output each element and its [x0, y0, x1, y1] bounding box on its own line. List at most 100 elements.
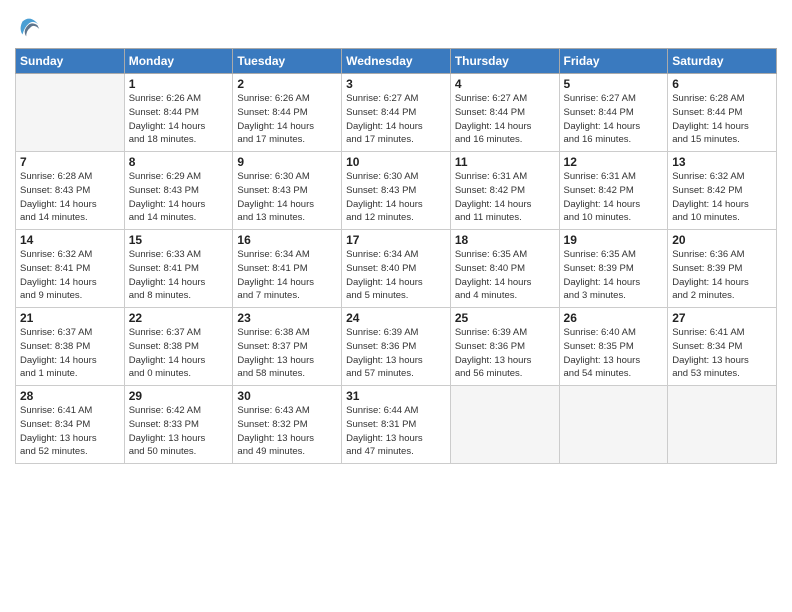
page: SundayMondayTuesdayWednesdayThursdayFrid…	[0, 0, 792, 612]
day-info: Sunrise: 6:37 AM Sunset: 8:38 PM Dayligh…	[129, 326, 229, 381]
calendar-cell: 14Sunrise: 6:32 AM Sunset: 8:41 PM Dayli…	[16, 230, 125, 308]
calendar-cell: 25Sunrise: 6:39 AM Sunset: 8:36 PM Dayli…	[450, 308, 559, 386]
day-number: 12	[564, 155, 664, 169]
day-number: 29	[129, 389, 229, 403]
calendar-cell: 15Sunrise: 6:33 AM Sunset: 8:41 PM Dayli…	[124, 230, 233, 308]
week-row-1: 1Sunrise: 6:26 AM Sunset: 8:44 PM Daylig…	[16, 74, 777, 152]
day-number: 27	[672, 311, 772, 325]
calendar-cell: 6Sunrise: 6:28 AM Sunset: 8:44 PM Daylig…	[668, 74, 777, 152]
day-number: 28	[20, 389, 120, 403]
calendar-cell: 16Sunrise: 6:34 AM Sunset: 8:41 PM Dayli…	[233, 230, 342, 308]
calendar-cell: 3Sunrise: 6:27 AM Sunset: 8:44 PM Daylig…	[342, 74, 451, 152]
day-info: Sunrise: 6:44 AM Sunset: 8:31 PM Dayligh…	[346, 404, 446, 459]
day-number: 22	[129, 311, 229, 325]
day-info: Sunrise: 6:32 AM Sunset: 8:42 PM Dayligh…	[672, 170, 772, 225]
calendar-cell: 19Sunrise: 6:35 AM Sunset: 8:39 PM Dayli…	[559, 230, 668, 308]
day-info: Sunrise: 6:35 AM Sunset: 8:39 PM Dayligh…	[564, 248, 664, 303]
day-number: 8	[129, 155, 229, 169]
calendar-cell: 12Sunrise: 6:31 AM Sunset: 8:42 PM Dayli…	[559, 152, 668, 230]
logo	[15, 14, 47, 42]
day-number: 1	[129, 77, 229, 91]
day-info: Sunrise: 6:35 AM Sunset: 8:40 PM Dayligh…	[455, 248, 555, 303]
day-number: 25	[455, 311, 555, 325]
calendar-cell: 31Sunrise: 6:44 AM Sunset: 8:31 PM Dayli…	[342, 386, 451, 464]
weekday-header-thursday: Thursday	[450, 49, 559, 74]
day-info: Sunrise: 6:34 AM Sunset: 8:41 PM Dayligh…	[237, 248, 337, 303]
day-number: 15	[129, 233, 229, 247]
calendar-body: 1Sunrise: 6:26 AM Sunset: 8:44 PM Daylig…	[16, 74, 777, 464]
day-info: Sunrise: 6:29 AM Sunset: 8:43 PM Dayligh…	[129, 170, 229, 225]
day-info: Sunrise: 6:42 AM Sunset: 8:33 PM Dayligh…	[129, 404, 229, 459]
weekday-header-tuesday: Tuesday	[233, 49, 342, 74]
calendar-cell: 17Sunrise: 6:34 AM Sunset: 8:40 PM Dayli…	[342, 230, 451, 308]
calendar-cell: 5Sunrise: 6:27 AM Sunset: 8:44 PM Daylig…	[559, 74, 668, 152]
calendar-cell: 9Sunrise: 6:30 AM Sunset: 8:43 PM Daylig…	[233, 152, 342, 230]
day-info: Sunrise: 6:36 AM Sunset: 8:39 PM Dayligh…	[672, 248, 772, 303]
day-info: Sunrise: 6:39 AM Sunset: 8:36 PM Dayligh…	[455, 326, 555, 381]
calendar-cell: 7Sunrise: 6:28 AM Sunset: 8:43 PM Daylig…	[16, 152, 125, 230]
calendar-table: SundayMondayTuesdayWednesdayThursdayFrid…	[15, 48, 777, 464]
calendar-cell: 18Sunrise: 6:35 AM Sunset: 8:40 PM Dayli…	[450, 230, 559, 308]
weekday-header-monday: Monday	[124, 49, 233, 74]
day-number: 19	[564, 233, 664, 247]
calendar-cell: 26Sunrise: 6:40 AM Sunset: 8:35 PM Dayli…	[559, 308, 668, 386]
day-info: Sunrise: 6:34 AM Sunset: 8:40 PM Dayligh…	[346, 248, 446, 303]
day-number: 23	[237, 311, 337, 325]
day-number: 11	[455, 155, 555, 169]
weekday-header-wednesday: Wednesday	[342, 49, 451, 74]
day-number: 16	[237, 233, 337, 247]
day-number: 3	[346, 77, 446, 91]
day-number: 14	[20, 233, 120, 247]
day-info: Sunrise: 6:41 AM Sunset: 8:34 PM Dayligh…	[672, 326, 772, 381]
header	[15, 10, 777, 42]
day-info: Sunrise: 6:31 AM Sunset: 8:42 PM Dayligh…	[564, 170, 664, 225]
day-number: 9	[237, 155, 337, 169]
day-number: 18	[455, 233, 555, 247]
day-number: 21	[20, 311, 120, 325]
calendar-cell	[16, 74, 125, 152]
day-info: Sunrise: 6:39 AM Sunset: 8:36 PM Dayligh…	[346, 326, 446, 381]
day-number: 4	[455, 77, 555, 91]
day-info: Sunrise: 6:33 AM Sunset: 8:41 PM Dayligh…	[129, 248, 229, 303]
day-number: 10	[346, 155, 446, 169]
day-info: Sunrise: 6:28 AM Sunset: 8:44 PM Dayligh…	[672, 92, 772, 147]
calendar-cell: 28Sunrise: 6:41 AM Sunset: 8:34 PM Dayli…	[16, 386, 125, 464]
calendar-cell: 11Sunrise: 6:31 AM Sunset: 8:42 PM Dayli…	[450, 152, 559, 230]
calendar-cell: 29Sunrise: 6:42 AM Sunset: 8:33 PM Dayli…	[124, 386, 233, 464]
calendar-cell: 4Sunrise: 6:27 AM Sunset: 8:44 PM Daylig…	[450, 74, 559, 152]
calendar-cell: 24Sunrise: 6:39 AM Sunset: 8:36 PM Dayli…	[342, 308, 451, 386]
day-number: 2	[237, 77, 337, 91]
weekday-header-sunday: Sunday	[16, 49, 125, 74]
day-info: Sunrise: 6:37 AM Sunset: 8:38 PM Dayligh…	[20, 326, 120, 381]
week-row-5: 28Sunrise: 6:41 AM Sunset: 8:34 PM Dayli…	[16, 386, 777, 464]
day-number: 24	[346, 311, 446, 325]
calendar-cell: 1Sunrise: 6:26 AM Sunset: 8:44 PM Daylig…	[124, 74, 233, 152]
calendar-header: SundayMondayTuesdayWednesdayThursdayFrid…	[16, 49, 777, 74]
day-info: Sunrise: 6:26 AM Sunset: 8:44 PM Dayligh…	[129, 92, 229, 147]
calendar-cell: 30Sunrise: 6:43 AM Sunset: 8:32 PM Dayli…	[233, 386, 342, 464]
weekday-header-friday: Friday	[559, 49, 668, 74]
day-info: Sunrise: 6:27 AM Sunset: 8:44 PM Dayligh…	[455, 92, 555, 147]
day-info: Sunrise: 6:28 AM Sunset: 8:43 PM Dayligh…	[20, 170, 120, 225]
day-info: Sunrise: 6:27 AM Sunset: 8:44 PM Dayligh…	[346, 92, 446, 147]
calendar-cell: 10Sunrise: 6:30 AM Sunset: 8:43 PM Dayli…	[342, 152, 451, 230]
calendar-cell	[668, 386, 777, 464]
logo-icon	[15, 14, 43, 42]
day-info: Sunrise: 6:41 AM Sunset: 8:34 PM Dayligh…	[20, 404, 120, 459]
day-number: 7	[20, 155, 120, 169]
day-number: 20	[672, 233, 772, 247]
calendar-cell: 13Sunrise: 6:32 AM Sunset: 8:42 PM Dayli…	[668, 152, 777, 230]
day-info: Sunrise: 6:40 AM Sunset: 8:35 PM Dayligh…	[564, 326, 664, 381]
calendar-cell: 23Sunrise: 6:38 AM Sunset: 8:37 PM Dayli…	[233, 308, 342, 386]
week-row-2: 7Sunrise: 6:28 AM Sunset: 8:43 PM Daylig…	[16, 152, 777, 230]
calendar-cell: 20Sunrise: 6:36 AM Sunset: 8:39 PM Dayli…	[668, 230, 777, 308]
week-row-4: 21Sunrise: 6:37 AM Sunset: 8:38 PM Dayli…	[16, 308, 777, 386]
day-info: Sunrise: 6:38 AM Sunset: 8:37 PM Dayligh…	[237, 326, 337, 381]
week-row-3: 14Sunrise: 6:32 AM Sunset: 8:41 PM Dayli…	[16, 230, 777, 308]
calendar-cell: 21Sunrise: 6:37 AM Sunset: 8:38 PM Dayli…	[16, 308, 125, 386]
calendar-cell: 2Sunrise: 6:26 AM Sunset: 8:44 PM Daylig…	[233, 74, 342, 152]
day-info: Sunrise: 6:26 AM Sunset: 8:44 PM Dayligh…	[237, 92, 337, 147]
day-number: 13	[672, 155, 772, 169]
day-info: Sunrise: 6:27 AM Sunset: 8:44 PM Dayligh…	[564, 92, 664, 147]
day-number: 6	[672, 77, 772, 91]
